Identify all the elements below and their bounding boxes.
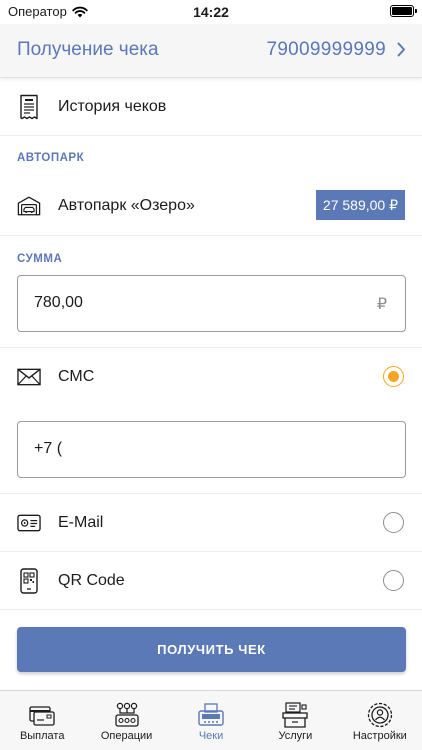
qr-radio[interactable] — [383, 570, 404, 591]
currency-suffix: ₽ — [376, 296, 387, 313]
amount-section-label: СУММА — [17, 253, 63, 265]
status-time: 14:22 — [193, 4, 229, 20]
battery-icon — [390, 5, 417, 17]
email-card-icon — [17, 511, 41, 535]
phone-input-value: +7 ( — [34, 440, 63, 457]
receipt-icon — [17, 94, 41, 119]
status-bar: Оператор 14:22 — [0, 0, 422, 24]
tab-bar: Выплата Операции Чеки Услуги Настройки — [0, 690, 422, 750]
tab-services[interactable]: Услуги — [253, 691, 337, 750]
fleet-section-label: АВТОПАРК — [17, 152, 85, 164]
tab-receipts[interactable]: Чеки — [169, 691, 253, 750]
qr-option-label: QR Code — [58, 571, 125, 589]
email-radio[interactable] — [383, 512, 404, 533]
email-option-row[interactable]: E-Mail — [0, 494, 422, 552]
tab-payout-label: Выплата — [19, 730, 65, 742]
phone-input[interactable]: +7 ( — [17, 421, 406, 478]
tab-operations[interactable]: Операции — [84, 691, 168, 750]
email-option-label: E-Mail — [58, 513, 104, 531]
tab-operations-label: Операции — [100, 730, 153, 742]
tab-settings-label: Настройки — [352, 730, 407, 742]
card-payout-icon — [28, 701, 56, 729]
envelope-icon — [17, 365, 41, 389]
tab-receipts-label: Чеки — [198, 730, 224, 742]
receipt-printer-icon — [197, 701, 225, 729]
fleet-name: Автопарк «Озеро» — [58, 196, 195, 214]
receipt-history-label: История чеков — [58, 97, 167, 115]
account-phone-link[interactable]: 79009999999 — [266, 39, 386, 61]
fleet-balance-badge: 27 589,00 ₽ — [315, 190, 405, 220]
settings-gear-icon — [366, 701, 394, 729]
nav-header: Получение чека 79009999999 — [0, 24, 422, 78]
chevron-right-icon[interactable] — [397, 42, 406, 57]
get-receipt-button[interactable]: ПОЛУЧИТЬ ЧЕК — [17, 627, 406, 672]
sms-radio[interactable] — [383, 366, 404, 387]
services-icon — [281, 701, 309, 729]
tab-payout[interactable]: Выплата — [0, 691, 84, 750]
receipt-history-row[interactable]: История чеков — [0, 78, 422, 136]
sms-option-label: СМС — [58, 368, 95, 385]
tab-settings[interactable]: Настройки — [338, 691, 422, 750]
amount-input[interactable]: 780,00 ₽ — [17, 275, 406, 332]
amount-value: 780,00 — [34, 294, 83, 311]
tab-services-label: Услуги — [278, 730, 313, 742]
page-title: Получение чека — [17, 39, 159, 60]
sms-option-row[interactable]: СМС — [0, 348, 422, 406]
qr-phone-icon — [17, 567, 41, 594]
operations-icon — [113, 701, 141, 729]
garage-icon — [17, 194, 41, 218]
qr-option-row[interactable]: QR Code — [0, 552, 422, 610]
